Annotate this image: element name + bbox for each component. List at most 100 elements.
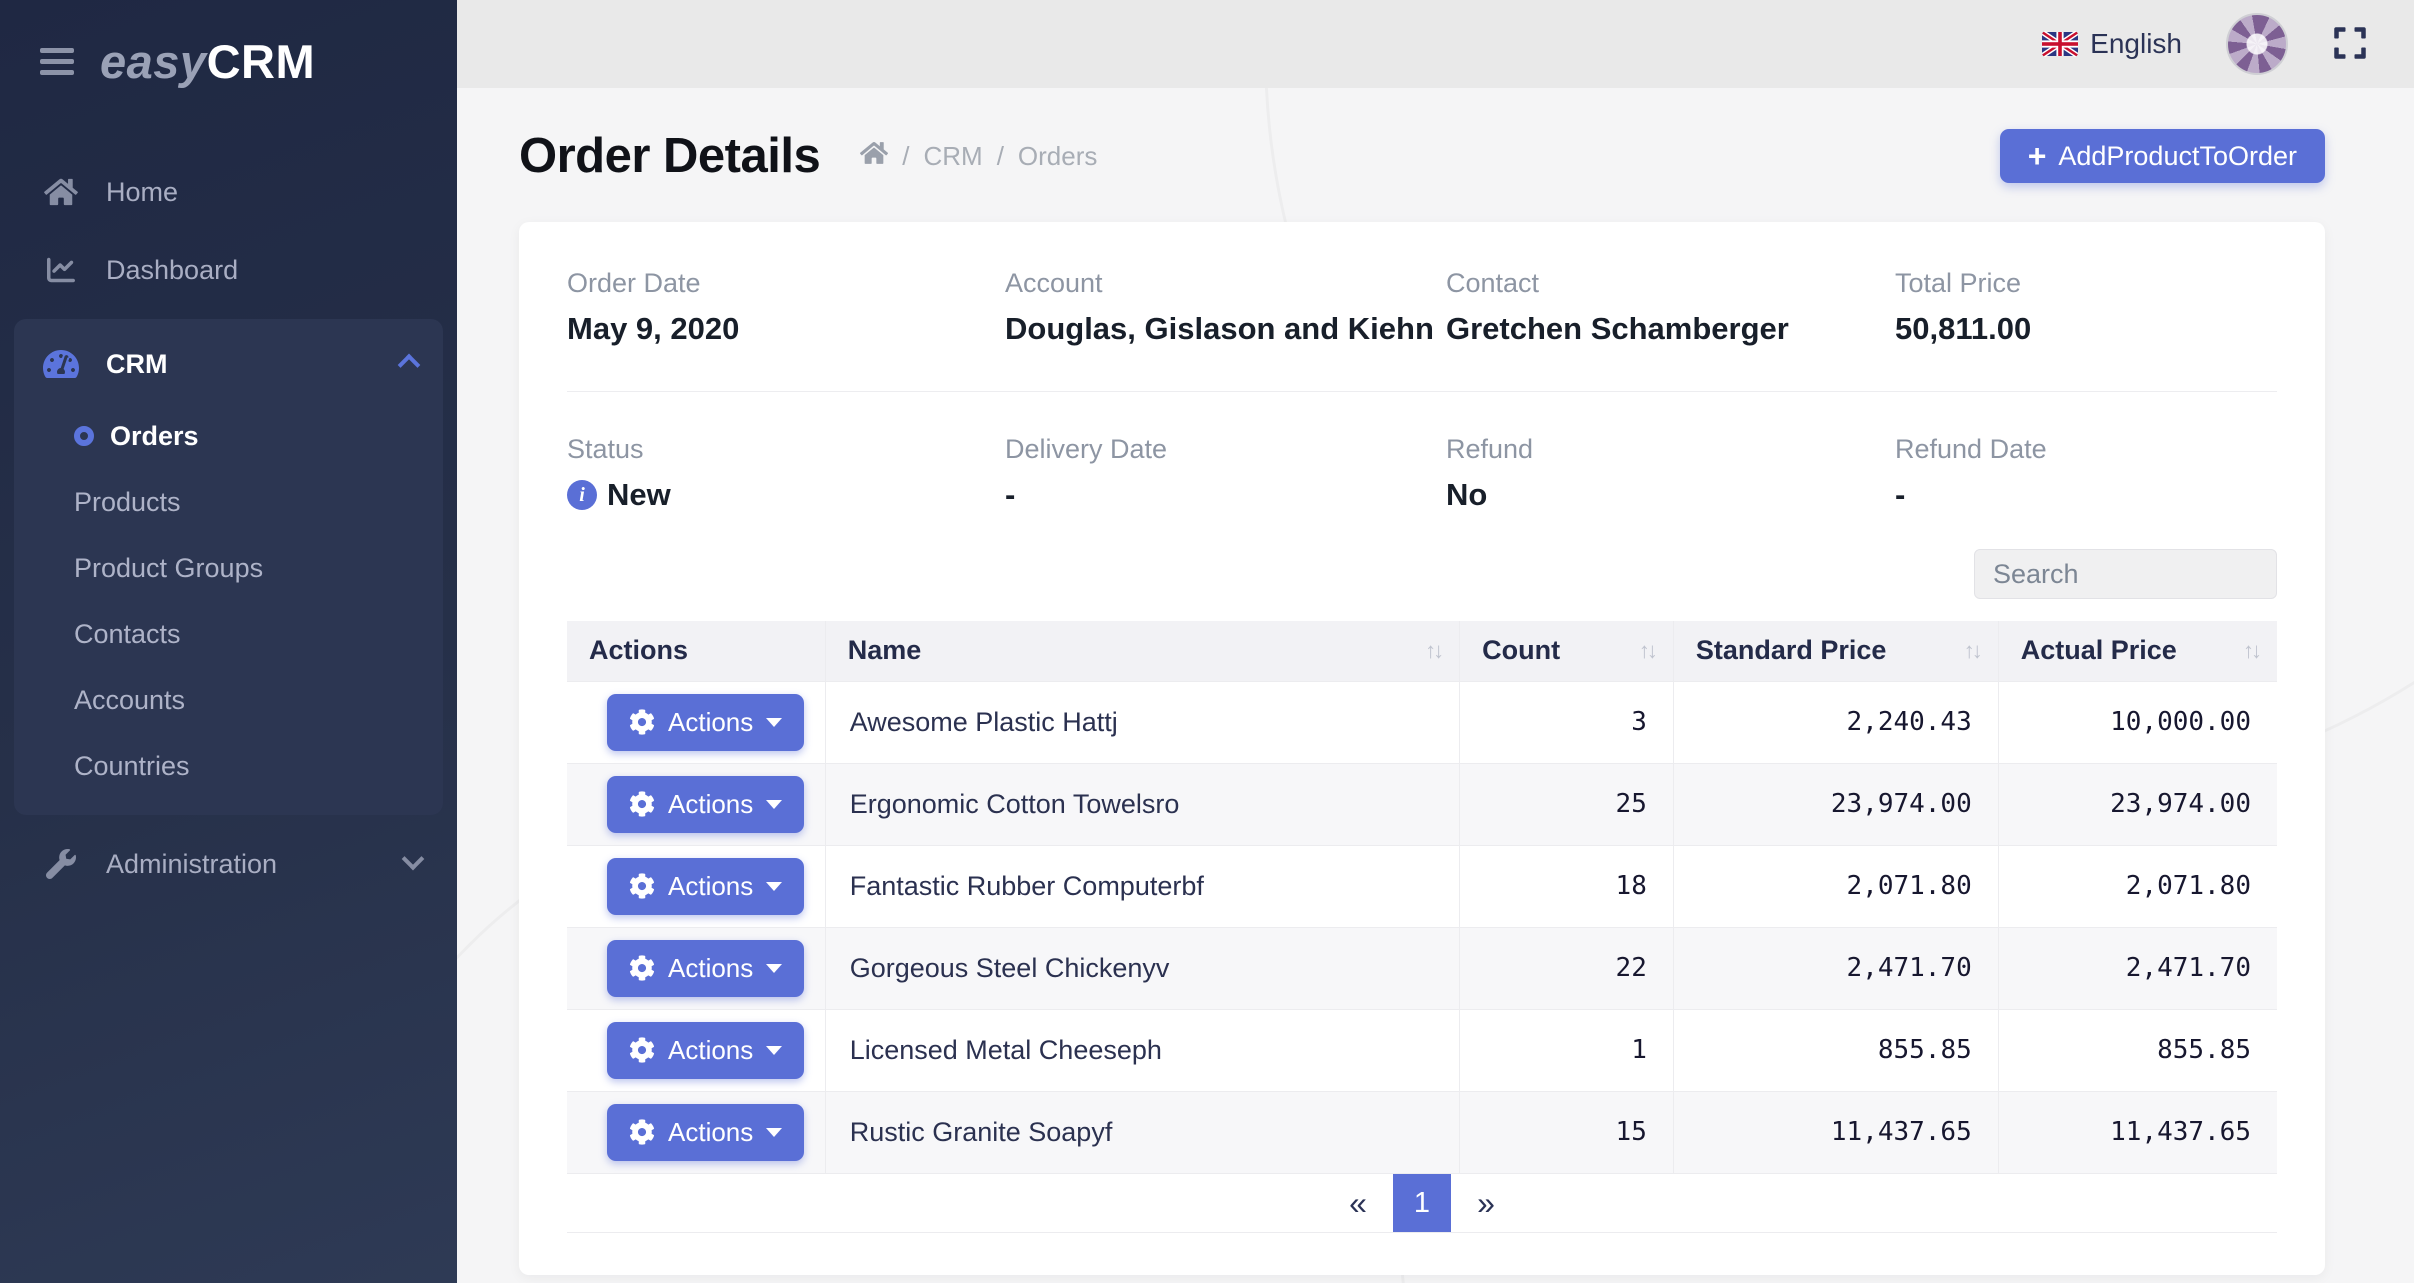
product-count: 18 bbox=[1460, 845, 1674, 927]
sidebar-item-products[interactable]: Products bbox=[14, 469, 443, 535]
standard-price: 2,071.80 bbox=[1673, 845, 1998, 927]
breadcrumb-crm[interactable]: CRM bbox=[923, 141, 982, 172]
sidebar: easyCRM Home Dashboard CRM bbox=[0, 0, 457, 1283]
main-area: English Order Details / CRM / Orders + A… bbox=[457, 0, 2414, 1283]
language-label: English bbox=[2090, 28, 2182, 60]
sidebar-item-dashboard[interactable]: Dashboard bbox=[0, 231, 457, 309]
field-value: No bbox=[1446, 477, 1895, 513]
standard-price: 2,471.70 bbox=[1673, 927, 1998, 1009]
pagination-prev-button[interactable]: « bbox=[1323, 1174, 1393, 1232]
sort-icon[interactable]: ↑↓ bbox=[1964, 638, 1980, 664]
language-selector[interactable]: English bbox=[2042, 28, 2182, 60]
caret-down-icon bbox=[766, 964, 782, 973]
sidebar-item-crm[interactable]: CRM bbox=[14, 325, 443, 403]
sidebar-item-countries[interactable]: Countries bbox=[14, 733, 443, 799]
page-title: Order Details bbox=[519, 128, 820, 184]
home-icon bbox=[40, 177, 82, 207]
breadcrumb: / CRM / Orders bbox=[860, 140, 1097, 173]
caret-down-icon bbox=[766, 800, 782, 809]
pagination: « 1 » bbox=[567, 1173, 2277, 1233]
column-header-actual-price[interactable]: Actual Price↑↓ bbox=[1998, 621, 2277, 681]
actual-price: 10,000.00 bbox=[1998, 681, 2277, 763]
field-label: Status bbox=[567, 434, 1005, 465]
gear-icon bbox=[629, 1037, 655, 1063]
order-details-card: Order Date May 9, 2020 Account Douglas, … bbox=[519, 222, 2325, 1275]
breadcrumb-orders[interactable]: Orders bbox=[1018, 141, 1097, 172]
standard-price: 855.85 bbox=[1673, 1009, 1998, 1091]
product-name: Licensed Metal Cheeseph bbox=[825, 1009, 1459, 1091]
pagination-next-button[interactable]: » bbox=[1451, 1174, 1521, 1232]
search-input[interactable] bbox=[1974, 549, 2277, 599]
sort-icon[interactable]: ↑↓ bbox=[1425, 638, 1441, 664]
page-head: Order Details / CRM / Orders + AddProduc… bbox=[519, 128, 2325, 184]
sidebar-subitem-label: Product Groups bbox=[74, 553, 263, 584]
field-refund: Refund No bbox=[1446, 434, 1895, 513]
app-logo[interactable]: easyCRM bbox=[100, 34, 315, 89]
sort-icon[interactable]: ↑↓ bbox=[1639, 638, 1655, 664]
sidebar-item-contacts[interactable]: Contacts bbox=[14, 601, 443, 667]
sort-icon[interactable]: ↑↓ bbox=[2243, 638, 2259, 664]
product-name: Rustic Granite Soapyf bbox=[825, 1091, 1459, 1173]
product-count: 15 bbox=[1460, 1091, 1674, 1173]
sidebar-item-orders[interactable]: Orders bbox=[14, 403, 443, 469]
sidebar-item-home[interactable]: Home bbox=[0, 153, 457, 231]
field-account: Account Douglas, Gislason and Kiehn bbox=[1005, 268, 1446, 347]
logo-crm: CRM bbox=[207, 35, 316, 88]
row-actions-button[interactable]: Actions bbox=[607, 776, 804, 833]
caret-down-icon bbox=[766, 1046, 782, 1055]
sidebar-subitem-label: Products bbox=[74, 487, 181, 518]
sidebar-item-administration[interactable]: Administration bbox=[0, 825, 457, 903]
column-header-standard-price[interactable]: Standard Price↑↓ bbox=[1673, 621, 1998, 681]
row-actions-button[interactable]: Actions bbox=[607, 1104, 804, 1161]
field-value: - bbox=[1005, 477, 1446, 513]
breadcrumb-home-icon[interactable] bbox=[860, 140, 888, 173]
order-fields-row-2: Status i New Delivery Date - Refund No R… bbox=[567, 392, 2277, 513]
gear-icon bbox=[629, 955, 655, 981]
product-count: 22 bbox=[1460, 927, 1674, 1009]
user-avatar[interactable] bbox=[2226, 13, 2288, 75]
active-dot-icon bbox=[74, 426, 94, 446]
sidebar-subitem-label: Accounts bbox=[74, 685, 185, 716]
field-refund-date: Refund Date - bbox=[1895, 434, 2277, 513]
field-label: Delivery Date bbox=[1005, 434, 1446, 465]
table-row: Actions Gorgeous Steel Chickenyv 22 2,47… bbox=[567, 927, 2277, 1009]
product-count: 25 bbox=[1460, 763, 1674, 845]
table-row: Actions Awesome Plastic Hattj 3 2,240.43… bbox=[567, 681, 2277, 763]
sidebar-item-product-groups[interactable]: Product Groups bbox=[14, 535, 443, 601]
actual-price: 11,437.65 bbox=[1998, 1091, 2277, 1173]
uk-flag-icon bbox=[2042, 31, 2078, 57]
sidebar-item-label: Administration bbox=[106, 849, 277, 880]
field-value: Gretchen Schamberger bbox=[1446, 311, 1895, 347]
row-actions-button[interactable]: Actions bbox=[607, 858, 804, 915]
sidebar-item-label: Dashboard bbox=[106, 255, 238, 286]
gear-icon bbox=[629, 1119, 655, 1145]
field-label: Refund bbox=[1446, 434, 1895, 465]
pagination-page-1[interactable]: 1 bbox=[1393, 1174, 1451, 1232]
status-value: New bbox=[607, 477, 671, 513]
column-header-name[interactable]: Name↑↓ bbox=[825, 621, 1459, 681]
field-label: Account bbox=[1005, 268, 1446, 299]
sidebar-subitem-label: Orders bbox=[110, 421, 199, 452]
sidebar-subitem-label: Contacts bbox=[74, 619, 181, 650]
caret-down-icon bbox=[766, 718, 782, 727]
add-product-to-order-button[interactable]: + AddProductToOrder bbox=[2000, 129, 2325, 183]
table-row: Actions Ergonomic Cotton Towelsro 25 23,… bbox=[567, 763, 2277, 845]
row-actions-button[interactable]: Actions bbox=[607, 1022, 804, 1079]
field-value: i New bbox=[567, 477, 1005, 513]
sidebar-item-accounts[interactable]: Accounts bbox=[14, 667, 443, 733]
field-value: Douglas, Gislason and Kiehn bbox=[1005, 311, 1446, 347]
column-header-count[interactable]: Count↑↓ bbox=[1460, 621, 1674, 681]
field-total-price: Total Price 50,811.00 bbox=[1895, 268, 2277, 347]
row-actions-button[interactable]: Actions bbox=[607, 940, 804, 997]
sidebar-crm-group: CRM Orders Products Product Groups Conta… bbox=[14, 319, 443, 815]
info-icon[interactable]: i bbox=[567, 480, 597, 510]
hamburger-menu-icon[interactable] bbox=[40, 48, 74, 75]
row-actions-button[interactable]: Actions bbox=[607, 694, 804, 751]
caret-down-icon bbox=[766, 1128, 782, 1137]
actual-price: 855.85 bbox=[1998, 1009, 2277, 1091]
gear-icon bbox=[629, 873, 655, 899]
tachometer-icon bbox=[40, 348, 82, 380]
fullscreen-icon[interactable] bbox=[2332, 25, 2370, 63]
field-contact: Contact Gretchen Schamberger bbox=[1446, 268, 1895, 347]
product-count: 1 bbox=[1460, 1009, 1674, 1091]
